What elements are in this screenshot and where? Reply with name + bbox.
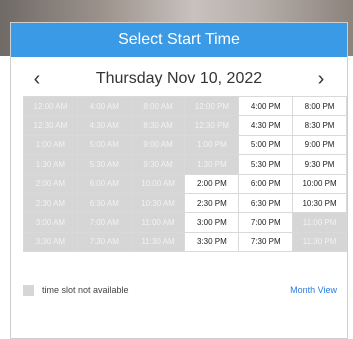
time-slot-unavailable: 8:00 AM xyxy=(131,97,186,117)
time-slot[interactable]: 5:30 PM xyxy=(239,155,294,175)
time-slot-unavailable: 5:00 AM xyxy=(77,135,132,156)
time-slot-unavailable: 1:00 AM xyxy=(24,135,78,156)
unavailable-swatch xyxy=(23,284,34,296)
time-slot[interactable]: 10:30 PM xyxy=(293,193,347,214)
chevron-right-icon[interactable]: › xyxy=(309,67,333,91)
time-slot-unavailable: 11:00 AM xyxy=(131,213,186,233)
time-slot-unavailable: 4:30 AM xyxy=(77,116,132,136)
time-slot[interactable]: 7:00 PM xyxy=(239,213,294,233)
time-slot[interactable]: 4:00 PM xyxy=(239,97,294,117)
time-slot-unavailable: 11:30 PM xyxy=(293,232,347,252)
time-slot[interactable]: 8:30 PM xyxy=(293,116,347,136)
time-slot-unavailable: 10:00 AM xyxy=(131,174,186,194)
date-navigation: ‹ Thursday Nov 10, 2022 › xyxy=(11,57,347,101)
time-slot[interactable]: 2:30 PM xyxy=(185,193,240,214)
time-slot[interactable]: 5:00 PM xyxy=(239,135,294,156)
time-slot-unavailable: 3:30 AM xyxy=(24,232,78,252)
time-slot[interactable]: 2:00 PM xyxy=(185,174,240,194)
time-slot-unavailable: 2:00 AM xyxy=(24,174,78,194)
time-slot[interactable]: 9:00 PM xyxy=(293,135,347,156)
time-slot-unavailable: 12:30 PM xyxy=(185,116,240,136)
time-slot[interactable]: 4:30 PM xyxy=(239,116,294,136)
time-slot-unavailable: 7:00 AM xyxy=(77,213,132,233)
time-slot-unavailable: 1:00 PM xyxy=(185,135,240,156)
picker-title: Select Start Time xyxy=(118,31,240,48)
time-slot-unavailable: 8:30 AM xyxy=(131,116,186,136)
time-slot-unavailable: 5:30 AM xyxy=(77,155,132,175)
time-slot-unavailable: 9:30 AM xyxy=(131,155,186,175)
time-slot-unavailable: 10:30 AM xyxy=(131,193,186,214)
time-slot-unavailable: 6:30 AM xyxy=(77,193,132,214)
time-slot-unavailable: 12:00 PM xyxy=(185,97,240,117)
time-slot-unavailable: 12:30 AM xyxy=(24,116,78,136)
chevron-left-icon[interactable]: ‹ xyxy=(25,67,49,91)
selected-date: Thursday Nov 10, 2022 xyxy=(95,70,263,87)
time-slot-unavailable: 6:00 AM xyxy=(77,174,132,194)
time-slot-unavailable: 4:00 AM xyxy=(77,97,132,117)
time-slot[interactable]: 3:30 PM xyxy=(185,232,240,252)
legend-unavailable: time slot not available xyxy=(23,284,129,296)
time-slot[interactable]: 6:00 PM xyxy=(239,174,294,194)
time-slot[interactable]: 6:30 PM xyxy=(239,193,294,214)
time-slot-unavailable: 7:30 AM xyxy=(77,232,132,252)
time-slot-unavailable: 11:30 AM xyxy=(131,232,186,252)
month-view-link[interactable]: Month View xyxy=(290,285,337,295)
time-slot-unavailable: 12:00 AM xyxy=(24,97,78,117)
time-slot[interactable]: 9:30 PM xyxy=(293,155,347,175)
time-slot-grid: 12:00 AM 4:00 AM 8:00 AM 12:00 PM 4:00 PM 8:0… xyxy=(23,96,347,252)
time-slot-unavailable: 11:00 PM xyxy=(293,213,347,233)
time-slot[interactable]: 10:00 PM xyxy=(293,174,347,194)
legend-unavailable-label: time slot not available xyxy=(42,285,129,295)
time-slot-unavailable: 9:00 AM xyxy=(131,135,186,156)
picker-header: Select Start Time xyxy=(11,23,347,57)
time-slot-unavailable: 1:30 AM xyxy=(24,155,78,175)
time-slot-unavailable: 3:00 AM xyxy=(24,213,78,233)
time-slot-unavailable: 2:30 AM xyxy=(24,193,78,214)
time-slot[interactable]: 7:30 PM xyxy=(239,232,294,252)
legend: time slot not available Month View xyxy=(23,282,337,298)
time-slot-unavailable: 1:30 PM xyxy=(185,155,240,175)
time-slot[interactable]: 8:00 PM xyxy=(293,97,347,117)
time-slot[interactable]: 3:00 PM xyxy=(185,213,240,233)
